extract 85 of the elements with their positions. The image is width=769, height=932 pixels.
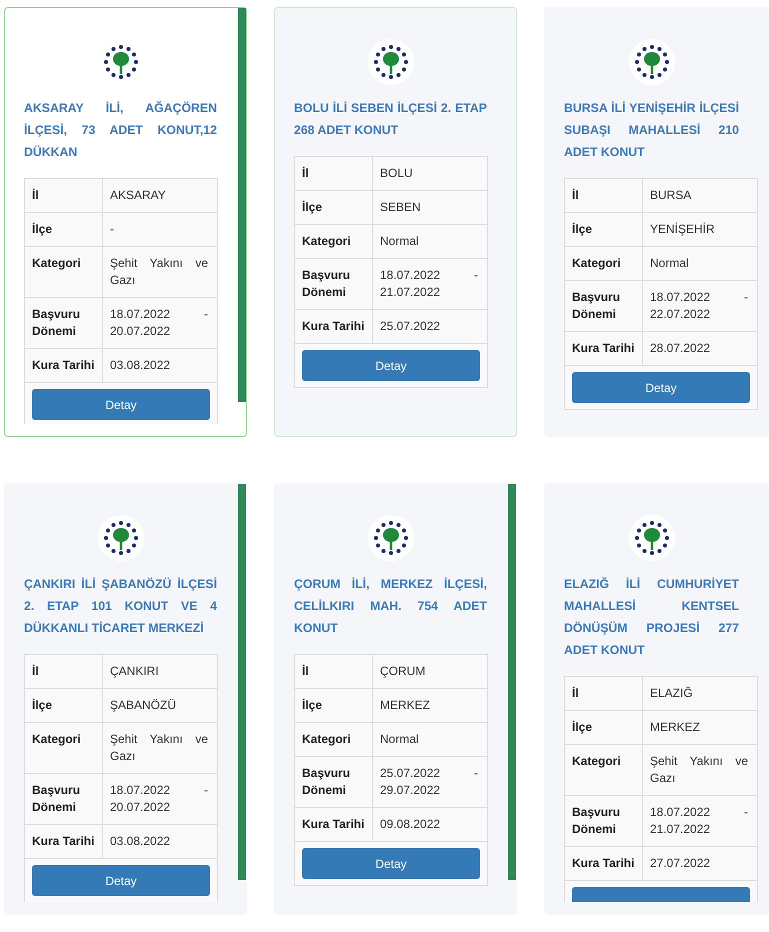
detail-button[interactable]: Detay — [32, 865, 210, 896]
table-cell: Kategori — [564, 744, 642, 796]
table-cell: 18.07.2022 - 20.07.2022 — [102, 774, 218, 824]
table-cell: 18.07.2022 - 22.07.2022 — [642, 280, 758, 332]
tree-logo-icon — [628, 515, 674, 561]
table-cell: MERKEZ — [372, 688, 488, 722]
table-cell: Şehit Yakını ve Gazı — [102, 722, 218, 774]
table-cell: İlçe — [294, 190, 372, 224]
table-cell: MERKEZ — [642, 710, 758, 744]
table-cell: 09.08.2022 — [372, 808, 488, 842]
table-cell: İlçe — [24, 212, 102, 246]
table-cell: 18.07.2022 - 21.07.2022 — [372, 258, 488, 310]
table-cell: İl — [564, 676, 642, 710]
table-cell: BOLU — [372, 156, 488, 190]
table-cell: 25.07.2022 - 29.07.2022 — [372, 756, 488, 808]
table-cell: İl — [24, 654, 102, 688]
table-cell: İl — [24, 178, 102, 212]
table-cell: Kategori — [24, 246, 102, 298]
project-card[interactable]: ÇORUM İLİ, MERKEZ İLÇESİ, CELİLKIRI MAH. 754 ADET KONUT İl ÇORUM İlçe MERKEZ Kategori Normal Başvuru Dönemi 25.07.2022 - 29.07.2022 Kura Tarihi 09.08.2022 Detay — [274, 483, 517, 915]
table-cell: AKSARAY — [102, 178, 218, 212]
project-card[interactable]: BURSA İLİ YENİŞEHİR İLÇESİ SUBAŞI MAHALLESİ 210 ADET KONUT İl BURSA İlçe YENİŞEHİR Kategori Normal Başvuru Dönemi 18.07.2022 - 22.07.2022 Kura Tarihi 28.07.2022 Detay — [544, 7, 769, 437]
tree-logo-icon — [368, 515, 414, 561]
table-cell: İl — [564, 178, 642, 212]
table-cell: Başvuru Dönemi — [24, 774, 102, 824]
table-cell: İlçe — [564, 710, 642, 744]
project-title[interactable]: ÇANKIRI İLİ ŞABANÖZÜ İLÇESİ 2. ETAP 101 KONUT VE 4 DÜKKANLI TİCARET MERKEZİ — [24, 573, 217, 639]
table-cell: İl — [294, 654, 372, 688]
table-cell: Kategori — [294, 722, 372, 756]
scrollbar-thumb[interactable] — [238, 484, 246, 880]
project-card[interactable]: BOLU İLİ SEBEN İLÇESİ 2. ETAP 268 ADET KONUT İl BOLU İlçe SEBEN Kategori Normal Başvuru Dönemi 18.07.2022 - 21.07.2022 Kura Tarihi 25.07.2022 Detay — [274, 7, 517, 437]
table-cell: İlçe — [24, 688, 102, 722]
tree-logo-icon — [368, 39, 414, 85]
table-cell: Kura Tarihi — [24, 824, 102, 858]
table-cell: 18.07.2022 - 21.07.2022 — [642, 796, 758, 846]
table-cell: Kura Tarihi — [564, 332, 642, 366]
scrollbar-thumb[interactable] — [238, 8, 246, 402]
project-title[interactable]: ÇORUM İLİ, MERKEZ İLÇESİ, CELİLKIRI MAH. 754 ADET KONUT — [294, 573, 487, 639]
table-cell: ŞABANÖZÜ — [102, 688, 218, 722]
table-cell: Başvuru Dönemi — [24, 298, 102, 348]
table-cell: 25.07.2022 — [372, 310, 488, 344]
project-card[interactable]: ELAZIĞ İLİ CUMHURİYET MAHALLESİ KENTSEL DÖNÜŞÜM PROJESİ 277 ADET KONUT İl ELAZIĞ İlçe MERKEZ Kategori Şehit Yakını ve Gazı Başvuru Dönemi 18.07.2022 - 21.07.2022 Kura Tarihi 27.07.2022 — [544, 483, 769, 915]
table-cell: YENİŞEHİR — [642, 212, 758, 246]
detail-button[interactable]: Detay — [32, 389, 210, 420]
tree-logo-icon — [98, 515, 144, 561]
table-cell: ÇORUM — [372, 654, 488, 688]
tree-logo-icon — [628, 39, 674, 85]
table-cell: Kategori — [294, 224, 372, 258]
table-cell: İlçe — [294, 688, 372, 722]
detail-button[interactable]: Detay — [302, 350, 480, 381]
detail-button[interactable]: Detay — [302, 848, 480, 879]
table-cell: Kategori — [564, 246, 642, 280]
table-cell: Normal — [372, 224, 488, 258]
table-cell: BURSA — [642, 178, 758, 212]
scrollbar-thumb[interactable] — [508, 484, 516, 880]
project-title[interactable]: BURSA İLİ YENİŞEHİR İLÇESİ SUBAŞI MAHALLESİ 210 ADET KONUT — [564, 97, 739, 163]
table-cell: İl — [294, 156, 372, 190]
table-cell: İlçe — [564, 212, 642, 246]
table-cell: Şehit Yakını ve Gazı — [642, 744, 758, 796]
detail-button[interactable]: Detay — [572, 372, 750, 403]
table-cell: Başvuru Dönemi — [294, 258, 372, 310]
project-title[interactable]: BOLU İLİ SEBEN İLÇESİ 2. ETAP 268 ADET KONUT — [294, 97, 487, 141]
table-cell: ELAZIĞ — [642, 676, 758, 710]
table-cell: Normal — [642, 246, 758, 280]
table-cell: ÇANKIRI — [102, 654, 218, 688]
table-cell: Başvuru Dönemi — [294, 756, 372, 808]
table-cell: 27.07.2022 — [642, 846, 758, 880]
table-cell: Normal — [372, 722, 488, 756]
table-cell: Şehit Yakını ve Gazı — [102, 246, 218, 298]
project-title[interactable]: AKSARAY İLİ, AĞAÇÖREN İLÇESİ, 73 ADET KONUT,12 DÜKKAN — [24, 97, 217, 163]
project-title[interactable]: ELAZIĞ İLİ CUMHURİYET MAHALLESİ KENTSEL DÖNÜŞÜM PROJESİ 277 ADET KONUT — [564, 573, 739, 661]
table-cell: Kura Tarihi — [24, 348, 102, 382]
table-cell: Kura Tarihi — [564, 846, 642, 880]
table-cell: Kategori — [24, 722, 102, 774]
table-cell: SEBEN — [372, 190, 488, 224]
table-cell: Kura Tarihi — [294, 808, 372, 842]
table-cell: Kura Tarihi — [294, 310, 372, 344]
table-cell: - — [102, 212, 218, 246]
table-cell: 03.08.2022 — [102, 348, 218, 382]
table-cell: Başvuru Dönemi — [564, 796, 642, 846]
project-card[interactable]: AKSARAY İLİ, AĞAÇÖREN İLÇESİ, 73 ADET KONUT,12 DÜKKAN İl AKSARAY İlçe - Kategori Şehit Yakını ve Gazı Başvuru Dönemi 18.07.2022 - 20.07.2022 Kura Tarihi 03.08.2022 Detay — [4, 7, 247, 437]
table-cell: 18.07.2022 - 20.07.2022 — [102, 298, 218, 348]
table-cell: 03.08.2022 — [102, 824, 218, 858]
table-cell: 28.07.2022 — [642, 332, 758, 366]
table-cell: Başvuru Dönemi — [564, 280, 642, 332]
project-card[interactable]: ÇANKIRI İLİ ŞABANÖZÜ İLÇESİ 2. ETAP 101 KONUT VE 4 DÜKKANLI TİCARET MERKEZİ İl ÇANKIRI İlçe ŞABANÖZÜ Kategori Şehit Yakını ve Gazı Başvuru Dönemi 18.07.2022 - 20.07.2022 Kura Tarihi 03.08.2022 Detay — [4, 483, 247, 915]
